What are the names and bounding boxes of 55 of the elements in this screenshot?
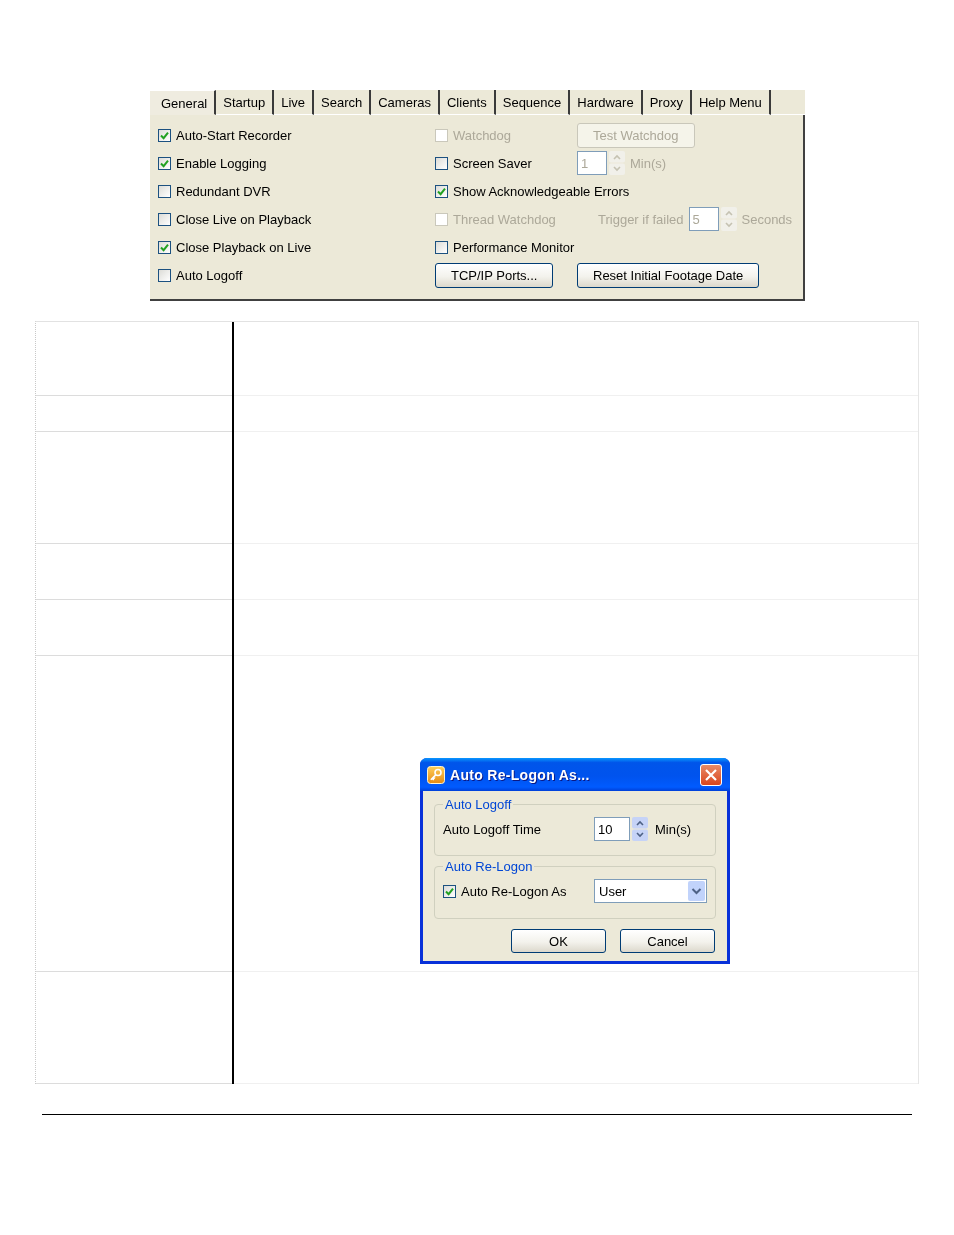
checkbox[interactable] [435, 184, 448, 198]
checkbox[interactable] [158, 156, 171, 170]
tab[interactable]: Startup [216, 90, 275, 115]
close-icon [705, 768, 717, 781]
checkmark-icon [160, 242, 169, 252]
group-title: Auto Re-Logon [444, 859, 534, 874]
checkbox[interactable] [158, 128, 171, 142]
checkbox-label: Close Playback on Live [176, 239, 312, 255]
checkbox[interactable] [435, 240, 448, 254]
tab[interactable]: Live [274, 90, 315, 115]
checkbox-label: Thread Watchdog [453, 211, 556, 227]
unit-label: Min(s) [655, 821, 692, 837]
tab[interactable]: Help Menu [691, 90, 771, 115]
checkbox-label: Auto Re-Logon As [461, 883, 567, 899]
tab[interactable]: Cameras [371, 90, 440, 115]
tab[interactable]: Clients [440, 90, 496, 115]
field-label: Auto Logoff Time [443, 821, 543, 837]
checkmark-icon [160, 158, 169, 168]
checkbox[interactable] [158, 184, 171, 198]
checkbox-label: Close Live on Playback [176, 211, 312, 227]
checkbox-label: Auto-Start Recorder [176, 127, 292, 143]
checkbox-label: Screen Saver [453, 155, 532, 171]
checkmark-icon [160, 130, 169, 140]
number-field[interactable]: 10 [594, 817, 630, 841]
tab[interactable]: Search [314, 90, 372, 115]
dialog-title: Auto Re-Logon As... [450, 766, 590, 783]
checkbox[interactable] [443, 884, 456, 898]
field-label: Seconds [741, 211, 793, 227]
field-label: Trigger if failed [598, 211, 684, 227]
push-button[interactable]: OK [511, 929, 606, 953]
checkbox-label: Redundant DVR [176, 183, 271, 199]
tab[interactable]: General [150, 90, 217, 115]
push-button[interactable]: TCP/IP Ports... [435, 262, 554, 288]
checkbox-label: Performance Monitor [453, 239, 575, 255]
group-title: Auto Logoff [444, 797, 513, 812]
tab[interactable]: Proxy [642, 90, 692, 115]
checkbox-label: Enable Logging [176, 155, 267, 171]
tab[interactable]: Sequence [495, 90, 571, 115]
checkbox[interactable] [158, 212, 171, 226]
checkmark-icon [437, 186, 446, 196]
close-button[interactable] [700, 763, 722, 786]
dropdown[interactable]: User [594, 879, 707, 903]
checkbox-label: Auto Logoff [176, 267, 243, 283]
checkbox[interactable] [435, 156, 448, 170]
up-down-arrows-icon[interactable] [632, 817, 648, 841]
checkbox[interactable] [158, 268, 171, 282]
push-button[interactable]: Cancel [620, 929, 715, 953]
tab[interactable]: Hardware [570, 90, 643, 115]
checkbox[interactable] [158, 240, 171, 254]
key-icon [427, 765, 445, 784]
checkmark-icon [445, 886, 454, 896]
checkbox-label: Show Acknowledgeable Errors [453, 183, 630, 199]
field-label: Min(s) [630, 155, 667, 171]
push-button[interactable]: Reset Initial Footage Date [577, 262, 760, 288]
checkbox-label: Watchdog [453, 127, 512, 143]
